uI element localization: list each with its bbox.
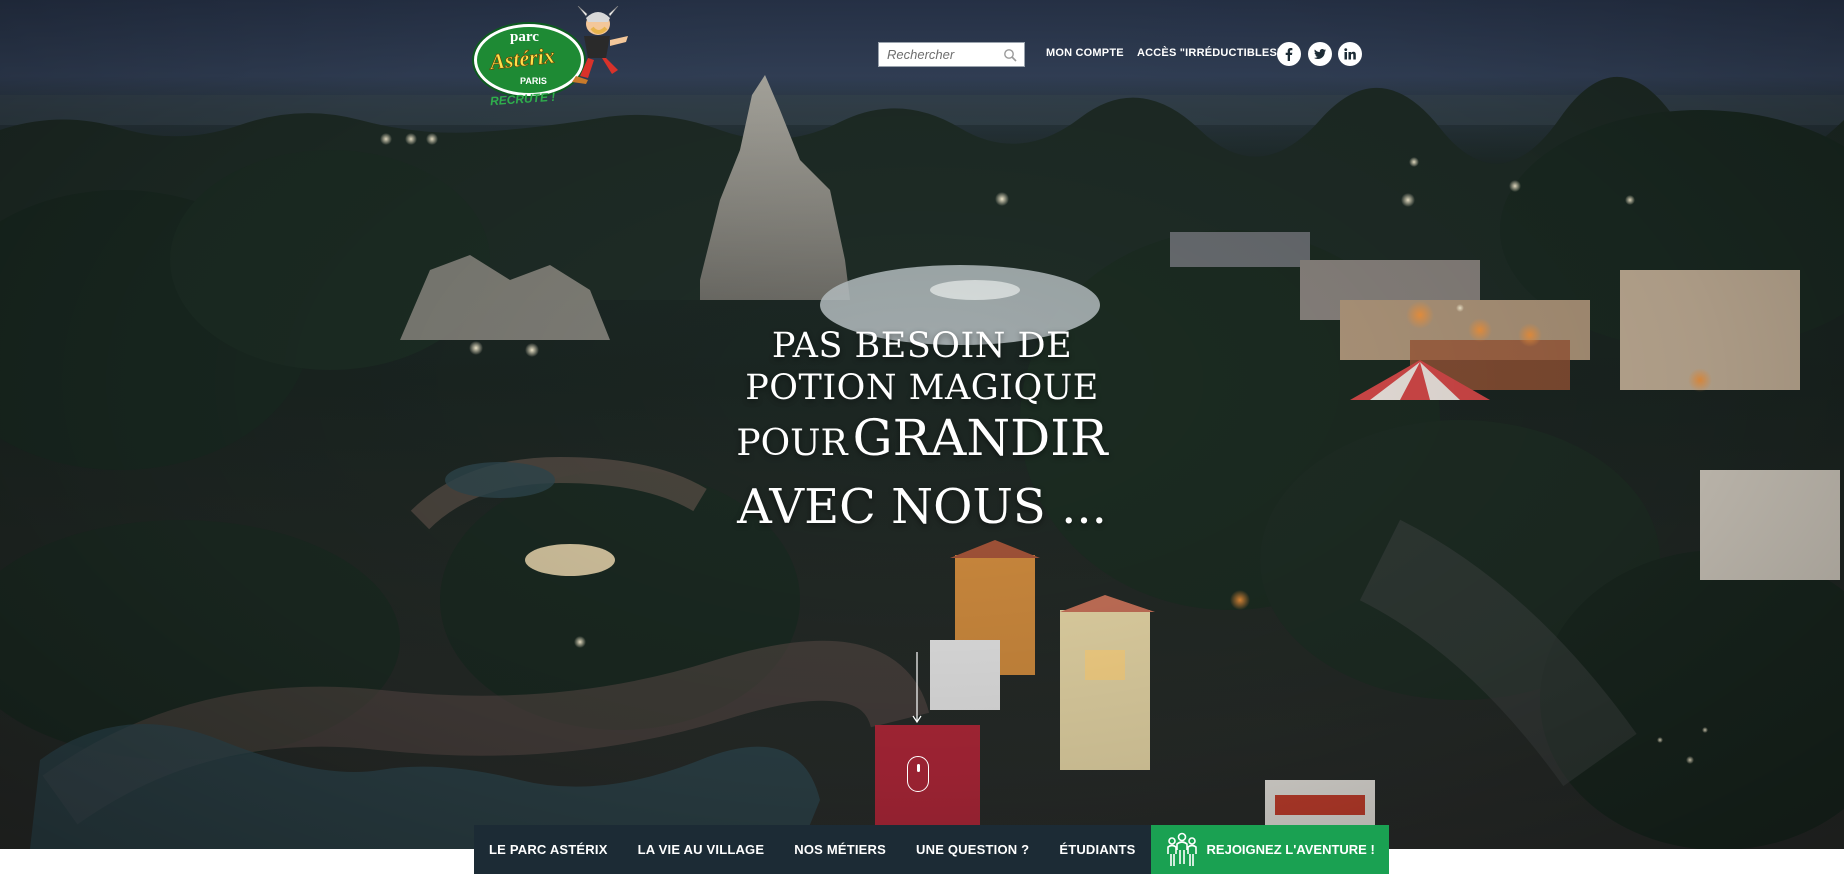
main-navigation: LE PARC ASTÉRIX LA VIE AU VILLAGE NOS MÉ…	[474, 825, 1389, 874]
logo-parc-text: parc	[510, 29, 539, 45]
nav-item-vie-au-village[interactable]: LA VIE AU VILLAGE	[622, 825, 780, 874]
nav-item-une-question[interactable]: UNE QUESTION ?	[901, 825, 1045, 874]
headline-line-3-big: GRANDIR	[852, 409, 1108, 467]
facebook-icon[interactable]	[1277, 42, 1301, 66]
headline-line-3: POUR GRANDIR	[0, 409, 1844, 479]
scroll-mouse-icon[interactable]	[907, 756, 929, 792]
parc-asterix-logo[interactable]: parc Astérix PARIS RECRUTE !	[470, 6, 640, 109]
asterix-mascot-icon	[572, 6, 628, 84]
nav-item-parc-asterix[interactable]: LE PARC ASTÉRIX	[474, 825, 623, 874]
linkedin-icon[interactable]	[1338, 42, 1362, 66]
my-account-link[interactable]: MON COMPTE	[1046, 47, 1124, 59]
nav-item-nos-metiers[interactable]: NOS MÉTIERS	[779, 825, 902, 874]
nav-item-etudiants[interactable]: ÉTUDIANTS	[1044, 825, 1151, 874]
headline-line-2: POTION MAGIQUE	[745, 368, 1099, 408]
search-icon[interactable]	[1003, 48, 1017, 62]
mouse-wheel	[916, 764, 920, 772]
join-adventure-button[interactable]: REJOIGNEZ L'AVENTURE !	[1150, 825, 1389, 874]
search-box[interactable]	[878, 42, 1025, 67]
people-group-icon	[1166, 832, 1197, 866]
headline-line-4: AVEC NOUS ...	[737, 479, 1107, 535]
irreductibles-access-link[interactable]: ACCÈS "IRRÉDUCTIBLES"	[1137, 47, 1282, 59]
logo-tagline: RECRUTE !	[489, 89, 556, 109]
hero-headline: PAS BESOIN DE POTION MAGIQUE POUR GRANDI…	[0, 325, 1844, 535]
scroll-down-arrow-icon[interactable]	[912, 652, 922, 724]
headline-line-3-small: POUR	[736, 423, 848, 464]
search-input[interactable]	[887, 47, 997, 62]
twitter-icon[interactable]	[1308, 42, 1332, 66]
headline-line-1: PAS BESOIN DE	[771, 326, 1073, 366]
join-adventure-label: REJOIGNEZ L'AVENTURE !	[1206, 842, 1375, 857]
logo-paris-text: PARIS	[520, 76, 547, 86]
